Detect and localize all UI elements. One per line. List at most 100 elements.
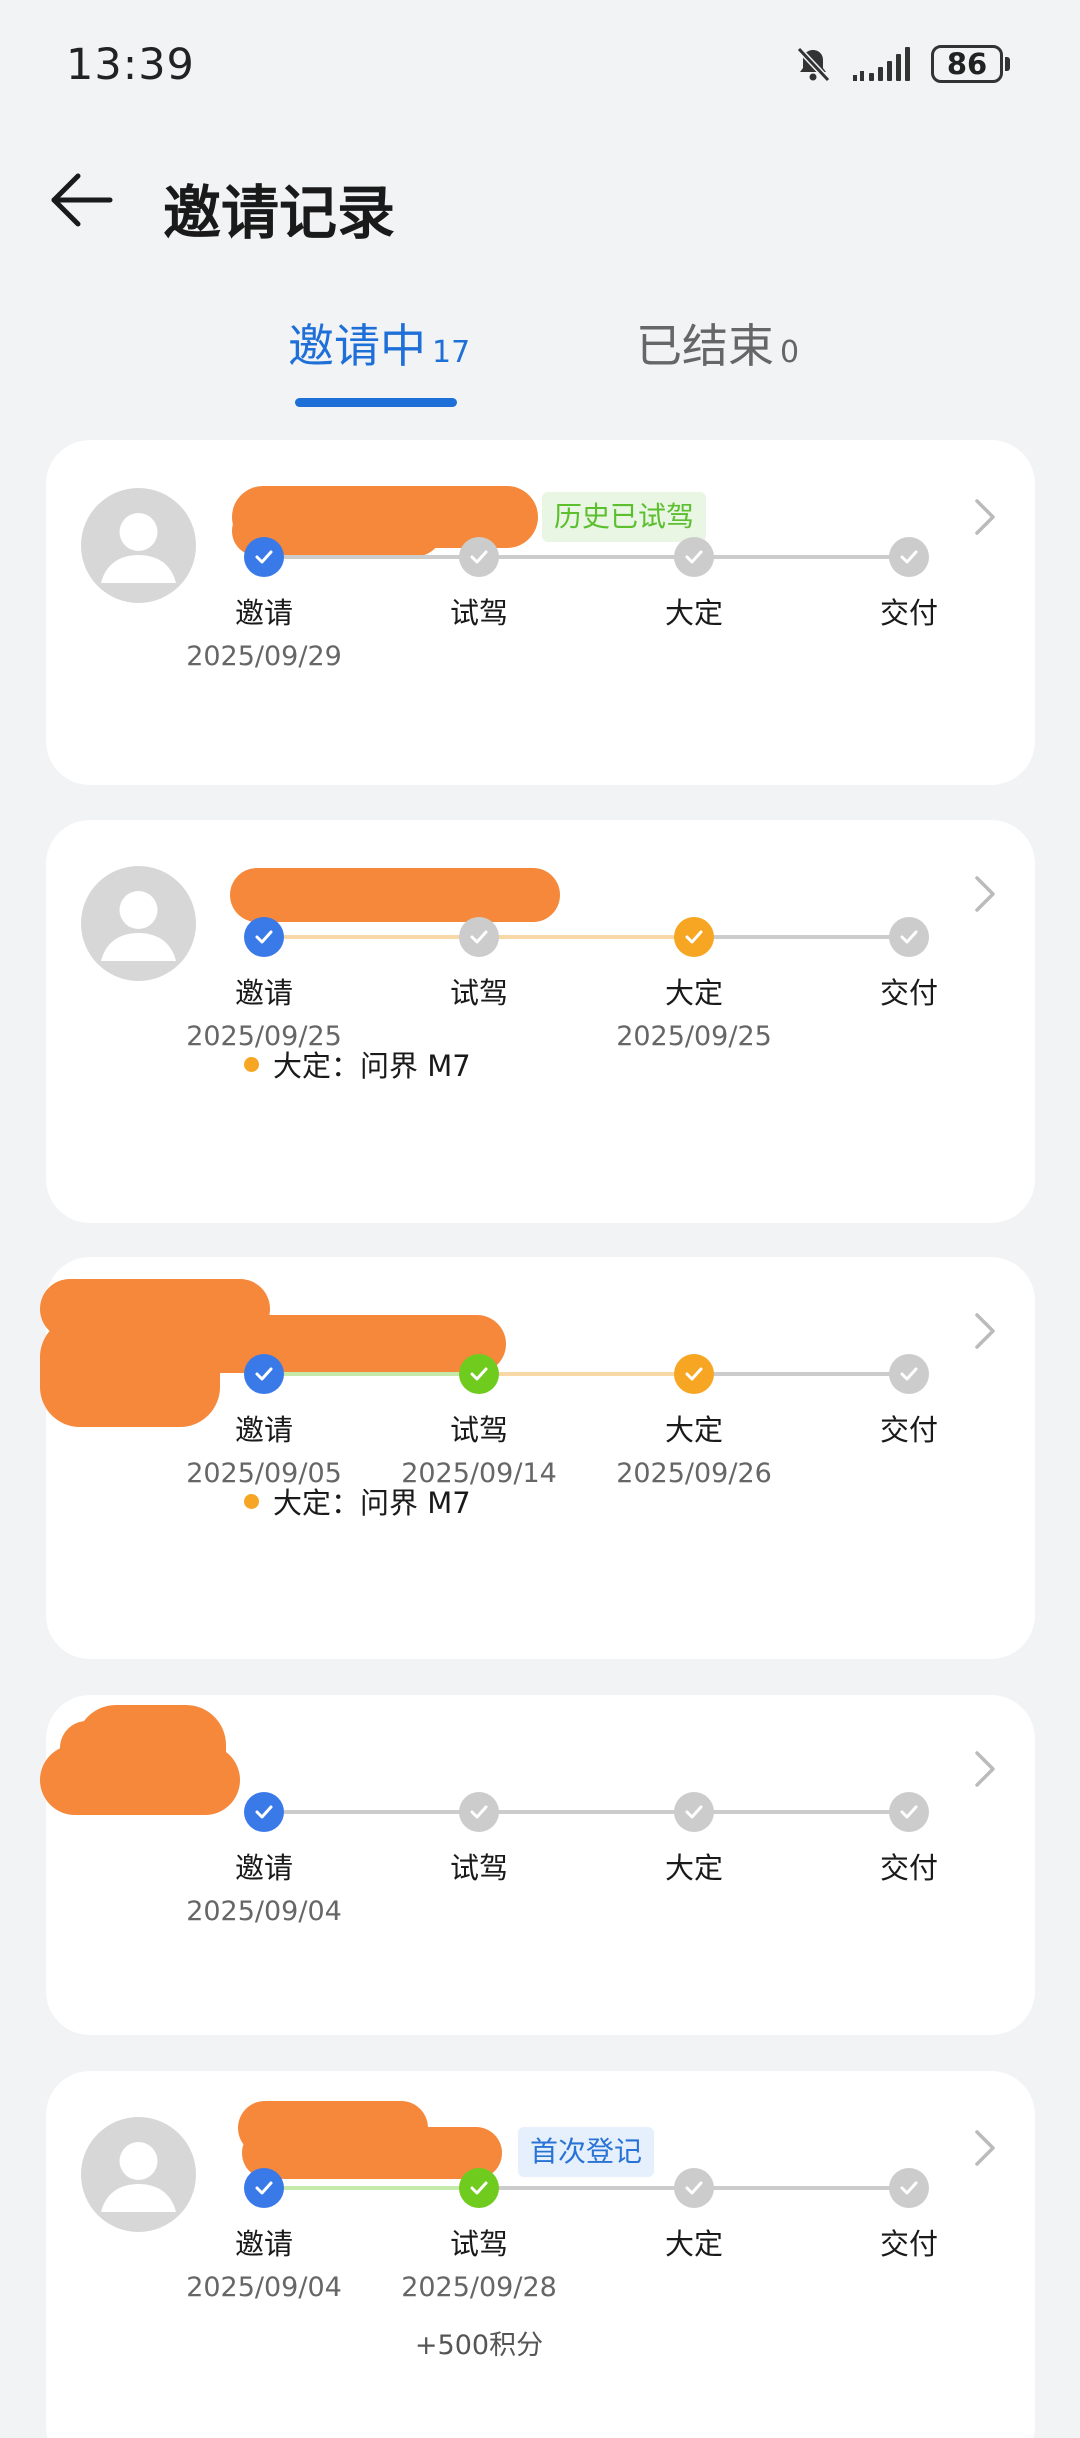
deposit-info: 大定：问界 M7: [244, 1480, 471, 1522]
step-node: [244, 1354, 284, 1394]
progress-segment: [282, 1372, 461, 1376]
tab-count: 0: [780, 335, 800, 370]
tab-inviting[interactable]: 邀请中 17: [288, 310, 470, 376]
progress-segment: [712, 1810, 891, 1814]
check-icon: [470, 550, 488, 564]
check-icon: [470, 1805, 488, 1819]
step-node: [889, 537, 929, 577]
progress-segment: [282, 1810, 461, 1814]
step-node: [674, 1354, 714, 1394]
check-icon: [470, 930, 488, 944]
check-icon: [255, 1367, 273, 1381]
invite-card[interactable]: 邀请 试驾 大定 交付 2025/09/05 2025/09/14 2025/09/26 大定…: [40, 1257, 1035, 1659]
progress-segment: [712, 2186, 891, 2190]
check-icon: [900, 1367, 918, 1381]
invite-card[interactable]: 首次登记 邀请 试驾 大定 交付 2025/09/04 2025/09/28 +500积分: [46, 2071, 1035, 2438]
step-date: 2025/09/26: [616, 1458, 772, 1489]
clock: 13:39: [66, 40, 195, 90]
step-node: [889, 1354, 929, 1394]
step-label: 交付: [879, 1851, 938, 1885]
step-node: [459, 1354, 499, 1394]
step-label: 邀请: [234, 596, 293, 630]
step-node: [459, 1792, 499, 1832]
step-label: 大定: [664, 1413, 723, 1447]
tab-label: 已结束: [636, 319, 774, 373]
progress-segment: [497, 555, 676, 559]
step-label: 邀请: [234, 1851, 293, 1885]
chevron-right-icon: [975, 876, 995, 912]
progress-segment: [712, 935, 891, 939]
check-icon: [685, 550, 703, 564]
step-node: [244, 2168, 284, 2208]
redacted-name: [76, 1705, 226, 1805]
step-node: [674, 537, 714, 577]
progress-segment: [712, 1372, 891, 1376]
step-date: 2025/09/25: [616, 1021, 772, 1052]
check-icon: [255, 930, 273, 944]
step-label: 试驾: [449, 976, 508, 1010]
check-icon: [255, 2181, 273, 2195]
step-node: [459, 917, 499, 957]
test-driven-badge: 历史已试驾: [542, 492, 707, 542]
progress-segment: [282, 2186, 461, 2190]
check-icon: [470, 1367, 488, 1381]
check-icon: [255, 550, 273, 564]
step-node: [459, 537, 499, 577]
step-node: [244, 537, 284, 577]
invite-card[interactable]: 邀请 试驾 大定 交付 2025/09/04: [40, 1695, 1035, 2035]
check-icon: [900, 2181, 918, 2195]
progress-segment: [282, 935, 461, 939]
step-label: 交付: [879, 1413, 938, 1447]
step-node: [459, 2168, 499, 2208]
step-label: 交付: [879, 976, 938, 1010]
check-icon: [900, 550, 918, 564]
step-label: 邀请: [234, 1413, 293, 1447]
check-icon: [685, 1367, 703, 1381]
chevron-right-icon: [975, 1751, 995, 1787]
step-label: 邀请: [234, 2227, 293, 2261]
progress-segment: [497, 1810, 676, 1814]
page-header: 邀请记录: [0, 150, 1080, 250]
tab-bar: 邀请中 17 已结束 0: [0, 300, 1080, 410]
chevron-right-icon: [975, 499, 995, 535]
chevron-right-icon: [975, 2130, 995, 2166]
step-node: [889, 917, 929, 957]
chevron-right-icon: [975, 1313, 995, 1349]
tab-ended[interactable]: 已结束 0: [636, 310, 799, 376]
check-icon: [470, 2181, 488, 2195]
status-dot: [244, 1056, 259, 1072]
deposit-info: 大定：问界 M7: [244, 1043, 471, 1085]
step-date: 2025/09/28: [401, 2272, 557, 2303]
step-label: 大定: [664, 976, 723, 1010]
step-label: 大定: [664, 1851, 723, 1885]
deposit-text: 大定：问界 M7: [273, 1486, 471, 1520]
page-title: 邀请记录: [163, 179, 396, 247]
status-dot: [244, 1493, 259, 1509]
deposit-text: 大定：问界 M7: [273, 1049, 471, 1083]
step-label: 交付: [879, 596, 938, 630]
step-date: 2025/09/04: [186, 1896, 342, 1927]
step-label: 交付: [879, 2227, 938, 2261]
invite-card[interactable]: 邀请 试驾 大定 交付 2025/09/25 2025/09/25 大定：问界 M7: [46, 820, 1035, 1223]
step-node: [889, 1792, 929, 1832]
check-icon: [255, 1805, 273, 1819]
check-icon: [900, 1805, 918, 1819]
back-arrow-icon[interactable]: [48, 170, 114, 230]
progress-segment: [497, 935, 676, 939]
battery-icon: 86: [931, 45, 1010, 83]
check-icon: [685, 1805, 703, 1819]
invite-card[interactable]: 历史已试驾 邀请 试驾 大定 交付 2025/09/29: [46, 440, 1035, 785]
battery-level: 86: [931, 45, 1003, 83]
tab-label: 邀请中: [288, 319, 426, 373]
step-date: 2025/09/04: [186, 2272, 342, 2303]
status-icons: 86: [793, 44, 1010, 84]
status-bar: 13:39 86: [0, 0, 1080, 130]
step-label: 试驾: [449, 1413, 508, 1447]
progress-segment: [712, 555, 891, 559]
check-icon: [685, 930, 703, 944]
step-label: 试驾: [449, 2227, 508, 2261]
progress-segment: [282, 555, 461, 559]
step-node: [244, 917, 284, 957]
first-registration-badge: 首次登记: [518, 2127, 655, 2177]
step-node: [244, 1792, 284, 1832]
